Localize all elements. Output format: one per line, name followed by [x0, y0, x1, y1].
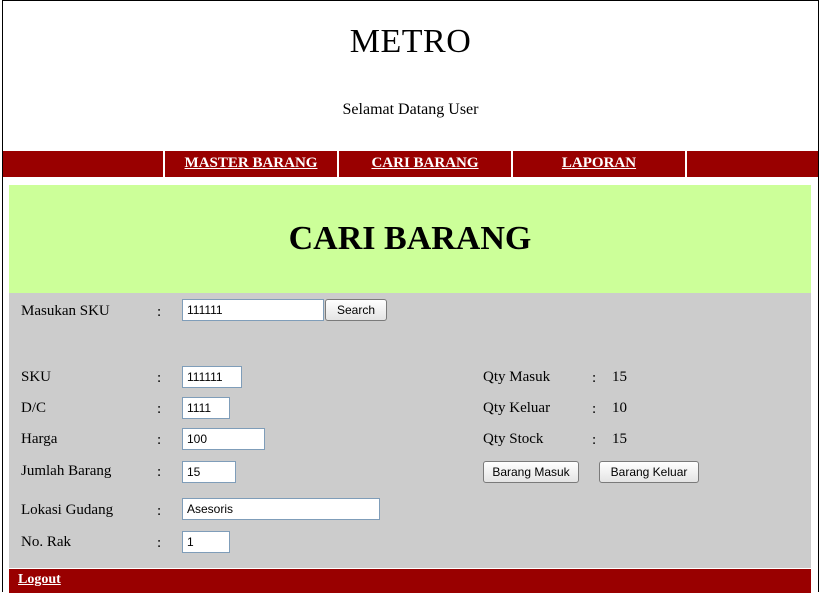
no-rak-colon: : [157, 535, 162, 551]
dc-colon: : [157, 401, 162, 417]
logout-link[interactable]: Logout [18, 572, 61, 588]
search-colon: : [157, 304, 162, 320]
jumlah-barang-colon: : [157, 464, 162, 480]
search-panel: Masukan SKU : 111111 Search SKU : 111111… [9, 293, 811, 568]
jumlah-barang-label: Jumlah Barang [21, 463, 112, 479]
qty-masuk-value: 15 [612, 369, 627, 385]
welcome-text: Selamat Datang User [342, 101, 479, 118]
qty-stock-colon: : [592, 432, 597, 448]
dc-field[interactable]: 1111 [182, 397, 230, 419]
jumlah-barang-field[interactable]: 15 [182, 461, 236, 483]
sku-search-input[interactable]: 111111 [182, 299, 324, 321]
qty-masuk-colon: : [592, 370, 597, 386]
nav-item-master-barang[interactable]: MASTER BARANG [163, 151, 337, 177]
no-rak-field[interactable]: 1 [182, 531, 230, 553]
site-title: METRO [349, 23, 472, 60]
sku-colon: : [157, 370, 162, 386]
qty-keluar-value: 10 [612, 400, 627, 416]
nav-item-cari-barang[interactable]: CARI BARANG [337, 151, 511, 177]
sku-field[interactable]: 111111 [182, 366, 242, 388]
page-frame: METRO Selamat Datang User MASTER BARANG … [2, 0, 819, 593]
harga-colon: : [157, 432, 162, 448]
sku-label: SKU [21, 369, 52, 385]
dc-label: D/C [21, 400, 47, 416]
harga-label: Harga [21, 431, 58, 447]
qty-keluar-label: Qty Keluar [483, 400, 551, 416]
nav-item-empty [685, 151, 818, 177]
nav-item-laporan[interactable]: LAPORAN [511, 151, 685, 177]
barang-masuk-button[interactable]: Barang Masuk [483, 461, 579, 483]
footer-bar: Logout [9, 569, 811, 593]
lokasi-gudang-label: Lokasi Gudang [21, 502, 114, 518]
lokasi-gudang-colon: : [157, 503, 162, 519]
page-banner: CARI BARANG [9, 185, 811, 293]
lokasi-gudang-field[interactable]: Asesoris [182, 498, 380, 520]
banner-title: CARI BARANG [288, 220, 532, 257]
nav-link-laporan[interactable]: LAPORAN [562, 155, 636, 171]
nav-link-master-barang[interactable]: MASTER BARANG [185, 155, 318, 171]
search-label: Masukan SKU [21, 303, 110, 319]
qty-keluar-colon: : [592, 401, 597, 417]
search-button[interactable]: Search [325, 299, 387, 321]
qty-stock-label: Qty Stock [483, 431, 544, 447]
nav-link-cari-barang[interactable]: CARI BARANG [371, 155, 478, 171]
nav-bar: MASTER BARANG CARI BARANG LAPORAN [3, 151, 818, 177]
harga-field[interactable]: 100 [182, 428, 265, 450]
no-rak-label: No. Rak [21, 534, 71, 550]
qty-masuk-label: Qty Masuk [483, 369, 551, 385]
qty-stock-value: 15 [612, 431, 627, 447]
barang-keluar-button[interactable]: Barang Keluar [599, 461, 699, 483]
